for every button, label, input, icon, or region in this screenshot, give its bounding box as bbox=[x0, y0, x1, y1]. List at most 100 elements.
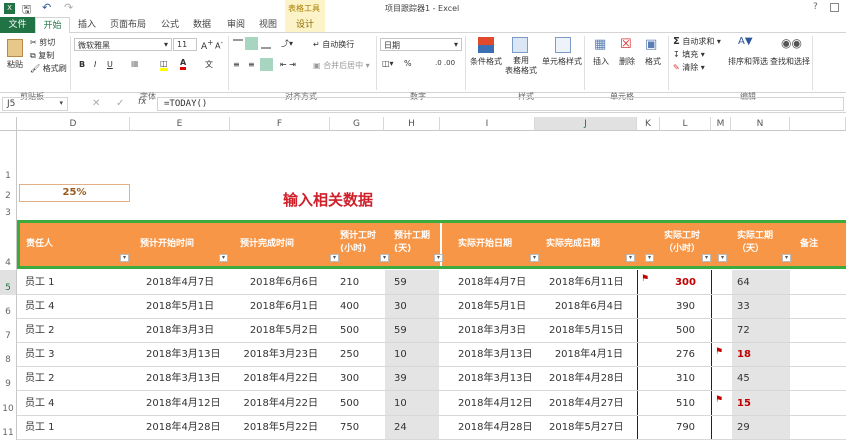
cell-ad[interactable]: 45 bbox=[731, 367, 790, 391]
cell-pe[interactable]: 2018年4月22日 bbox=[230, 367, 330, 391]
orientation-icon[interactable]: ⤴▾ bbox=[281, 38, 293, 49]
formula-input[interactable]: =TODAY() bbox=[157, 97, 844, 111]
row-header-8[interactable]: 8 bbox=[0, 343, 17, 367]
filter-dropdown-icon[interactable]: ▾ bbox=[380, 254, 389, 262]
cell-pe[interactable]: 2018年6月6日 bbox=[230, 270, 330, 295]
tab-view[interactable]: 视图 bbox=[253, 17, 283, 33]
clear-button[interactable]: ✎ 清除 ▾ bbox=[673, 62, 705, 73]
align-right-icon[interactable] bbox=[260, 58, 273, 71]
align-middle-icon[interactable] bbox=[245, 37, 258, 50]
cell-as[interactable]: 2018年5月1日 bbox=[440, 295, 535, 319]
find-select-button[interactable]: 查找和选择 bbox=[770, 56, 810, 67]
cell-ad[interactable]: 18 bbox=[731, 343, 790, 367]
cell-ph[interactable]: 210 bbox=[330, 270, 384, 295]
row-header-3[interactable]: 3 bbox=[0, 203, 17, 220]
phonetic-icon[interactable]: 文 bbox=[205, 59, 213, 70]
autosum-button[interactable]: Σ 自动求和 ▾ bbox=[673, 36, 721, 47]
cell-pd[interactable]: 59 bbox=[384, 319, 440, 343]
cell-owner[interactable]: 员工 4 bbox=[17, 295, 130, 319]
cell-ph[interactable]: 300 bbox=[330, 367, 384, 391]
row-header-5[interactable]: 5 bbox=[0, 270, 17, 295]
shrink-font-icon[interactable]: A- bbox=[215, 39, 223, 51]
filter-dropdown-icon[interactable]: ▾ bbox=[645, 254, 654, 262]
tab-data[interactable]: 数据 bbox=[187, 17, 217, 33]
decimal-icons[interactable]: .0 .00 bbox=[435, 59, 455, 67]
cell-pd[interactable]: 10 bbox=[384, 343, 440, 367]
filter-dropdown-icon[interactable]: ▾ bbox=[626, 254, 635, 262]
row-header-6[interactable]: 6 bbox=[0, 295, 17, 319]
cell-ah[interactable]: 310 bbox=[660, 367, 711, 391]
filter-dropdown-icon[interactable]: ▾ bbox=[330, 254, 339, 262]
cell-pe[interactable]: 2018年5月2日 bbox=[230, 319, 330, 343]
filter-dropdown-icon[interactable]: ▾ bbox=[120, 254, 129, 262]
filter-dropdown-icon[interactable]: ▾ bbox=[718, 254, 727, 262]
font-color-icon[interactable]: A bbox=[180, 58, 187, 70]
column-header-blank[interactable] bbox=[790, 117, 846, 131]
align-center-icon[interactable]: ≡ bbox=[248, 60, 255, 69]
cell-pd[interactable]: 30 bbox=[384, 295, 440, 319]
column-header-N[interactable]: N bbox=[731, 117, 790, 131]
format-as-table-button[interactable]: 套用 表格格式 bbox=[505, 56, 537, 76]
cell-pd[interactable]: 39 bbox=[384, 367, 440, 391]
cell-as[interactable]: 2018年4月7日 bbox=[440, 270, 535, 295]
cell-pd[interactable]: 24 bbox=[384, 416, 440, 440]
column-header-F[interactable]: F bbox=[230, 117, 330, 131]
grow-font-icon[interactable]: A+ bbox=[201, 38, 213, 52]
cell-ph[interactable]: 500 bbox=[330, 319, 384, 343]
cell-owner[interactable]: 员工 2 bbox=[17, 367, 130, 391]
cell-ph[interactable]: 250 bbox=[330, 343, 384, 367]
column-header-E[interactable]: E bbox=[130, 117, 230, 131]
delete-cells-button[interactable]: 删除 bbox=[619, 56, 635, 67]
merge-center-button[interactable]: ▣ 合并后居中 ▾ bbox=[313, 60, 370, 71]
row-header-7[interactable]: 7 bbox=[0, 319, 17, 343]
format-painter-button[interactable]: 🖌 格式刷 bbox=[30, 63, 67, 74]
cell-pe[interactable]: 2018年5月22日 bbox=[230, 416, 330, 440]
column-header-M[interactable]: M bbox=[711, 117, 731, 131]
tab-page-layout[interactable]: 页面布局 bbox=[104, 17, 152, 33]
cell-ah[interactable]: 300 bbox=[660, 270, 711, 295]
tab-design[interactable]: 设计 bbox=[288, 17, 322, 33]
conditional-format-button[interactable]: 条件格式 bbox=[470, 56, 502, 67]
cell-styles-button[interactable]: 单元格样式 bbox=[542, 56, 582, 67]
cell-owner[interactable]: 员工 1 bbox=[17, 270, 130, 295]
cell-as[interactable]: 2018年3月3日 bbox=[440, 319, 535, 343]
wrap-text-button[interactable]: ↵ 自动换行 bbox=[313, 39, 354, 50]
cell-ae[interactable]: 2018年6月11日 bbox=[535, 270, 637, 295]
cell-ps[interactable]: 2018年4月12日 bbox=[130, 391, 230, 416]
indent-icons[interactable]: ⇤ ⇥ bbox=[280, 60, 296, 69]
cell-ae[interactable]: 2018年5月27日 bbox=[535, 416, 637, 440]
row-header-2[interactable]: 2 bbox=[0, 183, 17, 203]
column-header-L[interactable]: L bbox=[660, 117, 711, 131]
align-left-icon[interactable]: ≡ bbox=[233, 60, 240, 69]
cell-ad[interactable]: 33 bbox=[731, 295, 790, 319]
tab-insert[interactable]: 插入 bbox=[72, 17, 102, 33]
cell-ps[interactable]: 2018年5月1日 bbox=[130, 295, 230, 319]
cell-pd[interactable]: 59 bbox=[384, 270, 440, 295]
insert-function-button[interactable]: fx bbox=[138, 97, 147, 107]
paste-button[interactable]: 粘贴 bbox=[7, 59, 23, 70]
cell-pe[interactable]: 2018年6月1日 bbox=[230, 295, 330, 319]
cell-ae[interactable]: 2018年4月1日 bbox=[535, 343, 637, 367]
filter-dropdown-icon[interactable]: ▾ bbox=[702, 254, 711, 262]
cell-ae[interactable]: 2018年5月15日 bbox=[535, 319, 637, 343]
cancel-icon[interactable]: ✕ bbox=[92, 98, 100, 109]
bold-button[interactable]: B bbox=[79, 60, 85, 69]
align-top-icon[interactable] bbox=[233, 39, 243, 49]
column-header-H[interactable]: H bbox=[384, 117, 440, 131]
cell-ad[interactable]: 72 bbox=[731, 319, 790, 343]
insert-cells-button[interactable]: 插入 bbox=[593, 56, 609, 67]
filter-dropdown-icon[interactable]: ▾ bbox=[530, 254, 539, 262]
font-name-dropdown[interactable]: 微软雅黑 ▾ bbox=[74, 38, 172, 51]
number-format-dropdown[interactable]: 日期 ▾ bbox=[380, 38, 462, 51]
cell-pe[interactable]: 2018年3月23日 bbox=[230, 343, 330, 367]
cell-as[interactable]: 2018年4月12日 bbox=[440, 391, 535, 416]
cell-ad[interactable]: 64 bbox=[731, 270, 790, 295]
cell-owner[interactable]: 员工 2 bbox=[17, 319, 130, 343]
tab-review[interactable]: 审阅 bbox=[221, 17, 251, 33]
cell-owner[interactable]: 员工 3 bbox=[17, 343, 130, 367]
cell-ad[interactable]: 15 bbox=[731, 391, 790, 416]
cell-as[interactable]: 2018年4月28日 bbox=[440, 416, 535, 440]
column-header-K[interactable]: K bbox=[637, 117, 660, 131]
cell-ps[interactable]: 2018年3月13日 bbox=[130, 343, 230, 367]
italic-button[interactable]: I bbox=[94, 60, 96, 69]
